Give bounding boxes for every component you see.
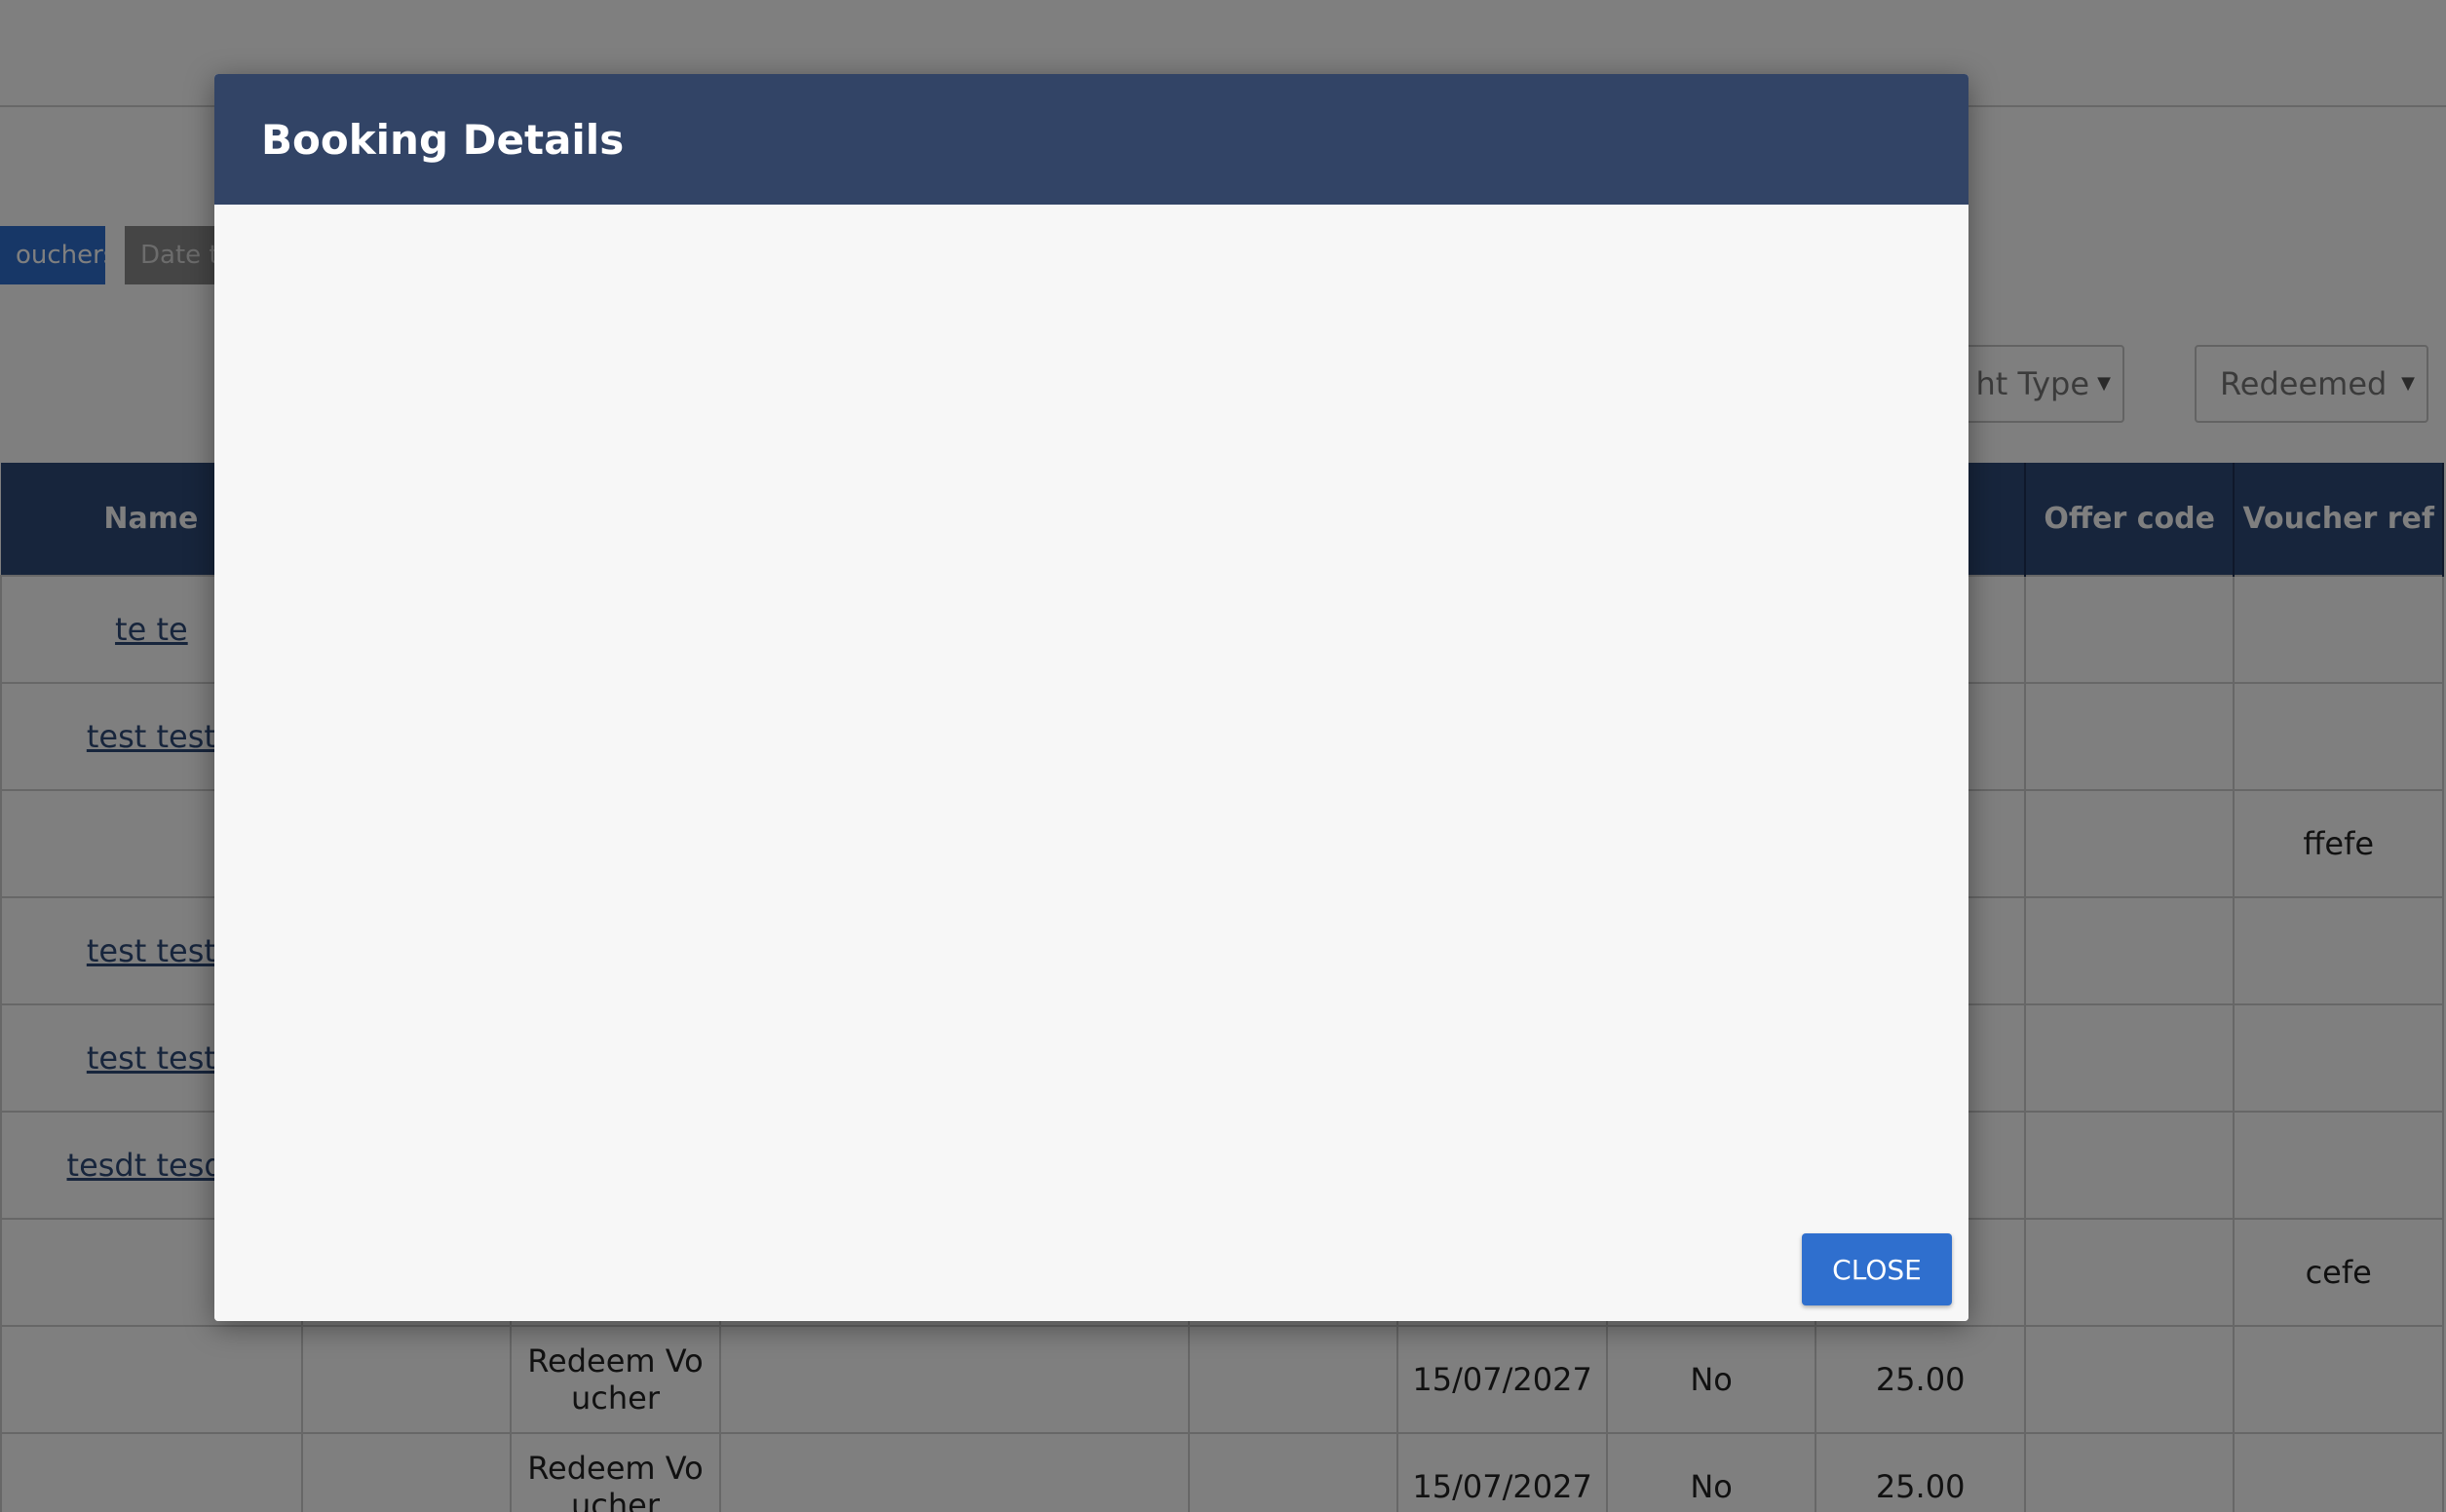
modal-body: CLOSE: [214, 205, 1968, 1321]
modal-title: Booking Details: [261, 115, 625, 164]
booking-details-modal: Booking Details CLOSE: [214, 74, 1968, 1321]
modal-header: Booking Details: [214, 74, 1968, 205]
close-button[interactable]: CLOSE: [1802, 1233, 1952, 1305]
